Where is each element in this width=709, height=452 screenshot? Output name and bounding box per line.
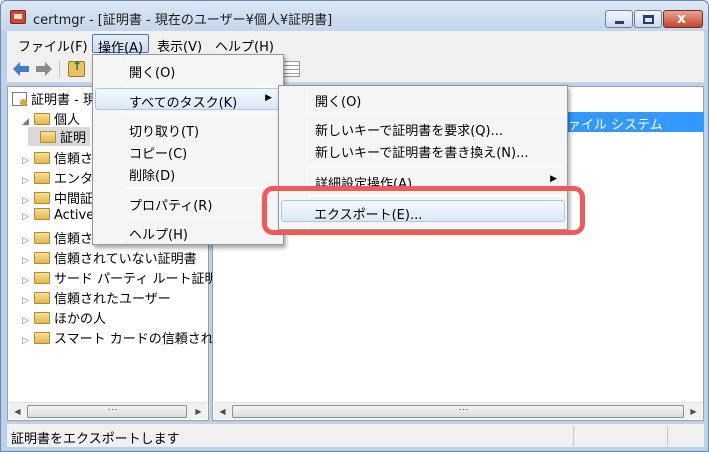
folder-icon: [34, 192, 50, 204]
folder-icon: [34, 152, 50, 164]
tree-item-untrusted[interactable]: ▷ 信頼されていない証明書: [22, 248, 197, 267]
expand-icon[interactable]: ▷: [22, 236, 34, 246]
menu-item-help[interactable]: ヘルプ(H): [123, 221, 281, 243]
tree-item-label: 信頼されていない証明書: [54, 252, 197, 267]
scroll-thumb[interactable]: [27, 405, 187, 418]
window-title: certmgr - [証明書 - 現在のユーザー¥個人¥証明書]: [33, 13, 333, 28]
expand-icon[interactable]: ▷: [22, 176, 34, 186]
tree-item-label: 信頼されたユーザー: [54, 292, 171, 307]
menu-bar: ファイル(F) 操作(A) 表示(V) ヘルプ(H): [7, 31, 704, 56]
tree-item-label: 証明: [60, 131, 87, 146]
scroll-right-icon[interactable]: ▶: [685, 403, 702, 420]
status-divider: [667, 426, 668, 446]
close-icon: x: [677, 11, 687, 27]
tree-item-label: Active: [54, 208, 95, 223]
menu-separator: [123, 187, 279, 188]
submenu-item-open[interactable]: 開く(O): [309, 88, 565, 110]
folder-icon: [34, 232, 50, 244]
folder-icon: [34, 292, 50, 304]
list-view-icon[interactable]: [283, 61, 300, 77]
tree-item-active-directory[interactable]: ▷ Active: [22, 208, 94, 227]
menu-item-copy[interactable]: コピー(C): [123, 140, 281, 162]
minimize-icon: [615, 21, 624, 24]
tree-item-label: ほかの人: [54, 312, 107, 327]
menu-gutter: [121, 57, 122, 242]
minimize-button[interactable]: [605, 10, 633, 28]
expand-icon[interactable]: ▷: [22, 296, 34, 306]
certificate-store-icon: [12, 92, 27, 106]
forward-arrow-icon[interactable]: [35, 61, 52, 77]
maximize-icon: [643, 15, 654, 24]
folder-icon: [34, 272, 50, 284]
menu-action[interactable]: 操作(A): [92, 34, 150, 56]
menu-view[interactable]: 表示(V): [152, 34, 207, 55]
expand-icon[interactable]: ▷: [22, 256, 34, 266]
menu-item-label: すべてのタスク(K): [129, 96, 238, 111]
expand-icon[interactable]: ▷: [22, 316, 34, 326]
submenu-item-renew-cert[interactable]: 新しいキーで証明書を書き換え(N)...: [309, 139, 565, 161]
folder-icon: [34, 172, 50, 184]
tree-item-label: サード パーティ ルート証明: [54, 272, 218, 287]
menu-item-delete[interactable]: 削除(D): [123, 162, 281, 184]
scroll-right-icon[interactable]: ▶: [190, 403, 207, 420]
tree-item-personal[interactable]: ◢ 個人: [22, 109, 80, 128]
export-highlight-ring: [262, 186, 585, 235]
scroll-left-icon[interactable]: ◀: [9, 403, 26, 420]
menu-separator: [123, 85, 279, 86]
folder-icon: [34, 332, 50, 344]
expand-icon[interactable]: ▷: [22, 212, 34, 222]
tree-item-trusted-people[interactable]: ▷ 信頼されたユーザー: [22, 288, 171, 307]
toolbar-separator: [59, 60, 60, 78]
expand-icon[interactable]: ▷: [22, 336, 34, 346]
status-text: 証明書をエクスポートします: [11, 432, 180, 447]
menu-item-all-tasks[interactable]: すべてのタスク(K) ▶: [95, 88, 281, 111]
tree-item-certificates[interactable]: 証明: [28, 127, 91, 146]
tree-item-other-people[interactable]: ▷ ほかの人: [22, 308, 106, 327]
folder-icon: [34, 252, 50, 264]
action-menu: 開く(O) すべてのタスク(K) ▶ 切り取り(T) コピー(C) 削除(D) …: [92, 54, 284, 245]
details-horizontal-scrollbar[interactable]: ◀ ▶: [214, 402, 702, 419]
submenu-arrow-icon: ▶: [265, 93, 272, 103]
menu-separator: [309, 165, 563, 166]
collapse-icon[interactable]: ◢: [22, 117, 34, 127]
certmgr-app-icon[interactable]: [10, 10, 26, 24]
menu-item-open[interactable]: 開く(O): [123, 59, 281, 81]
tree-item-label: スマート カードの信頼され: [54, 332, 214, 347]
title-bar[interactable]: certmgr - [証明書 - 現在のユーザー¥個人¥証明書] x: [1, 1, 708, 31]
expand-icon[interactable]: ▷: [22, 276, 34, 286]
scroll-thumb[interactable]: [232, 405, 684, 418]
tree-root-label: 証明書 - 現: [31, 93, 96, 108]
expand-icon[interactable]: ▷: [22, 196, 34, 206]
folder-icon: [34, 113, 50, 125]
up-folder-icon[interactable]: [68, 59, 85, 77]
status-bar: 証明書をエクスポートします: [7, 423, 704, 447]
tree-root[interactable]: 証明書 - 現: [12, 89, 96, 108]
menu-item-cut[interactable]: 切り取り(T): [123, 118, 281, 140]
selected-row[interactable]: ァイル システム: [564, 112, 704, 132]
scroll-left-icon[interactable]: ◀: [214, 403, 231, 420]
close-button[interactable]: x: [663, 10, 703, 28]
submenu-arrow-icon: ▶: [550, 174, 557, 184]
maximize-button[interactable]: [634, 10, 662, 28]
menu-separator: [309, 113, 563, 114]
back-arrow-icon[interactable]: [13, 61, 30, 77]
folder-icon: [34, 208, 50, 220]
tree-horizontal-scrollbar[interactable]: ◀ ▶: [9, 402, 207, 419]
tree-item-label: 個人: [54, 113, 81, 128]
menu-help[interactable]: ヘルプ(H): [210, 34, 279, 55]
folder-icon: [40, 131, 56, 143]
menu-item-properties[interactable]: プロパティ(R): [123, 192, 281, 214]
submenu-item-request-cert[interactable]: 新しいキーで証明書を要求(Q)...: [309, 117, 565, 139]
status-divider: [573, 426, 574, 446]
tree-item-third-party-root[interactable]: ▷ サード パーティ ルート証明: [22, 268, 218, 287]
menu-separator: [123, 114, 279, 115]
menu-separator: [123, 217, 279, 218]
folder-icon: [34, 312, 50, 324]
menu-file[interactable]: ファイル(F): [13, 34, 93, 55]
expand-icon[interactable]: ▷: [22, 156, 34, 166]
tree-item-smart-card[interactable]: ▷ スマート カードの信頼され: [22, 328, 214, 347]
